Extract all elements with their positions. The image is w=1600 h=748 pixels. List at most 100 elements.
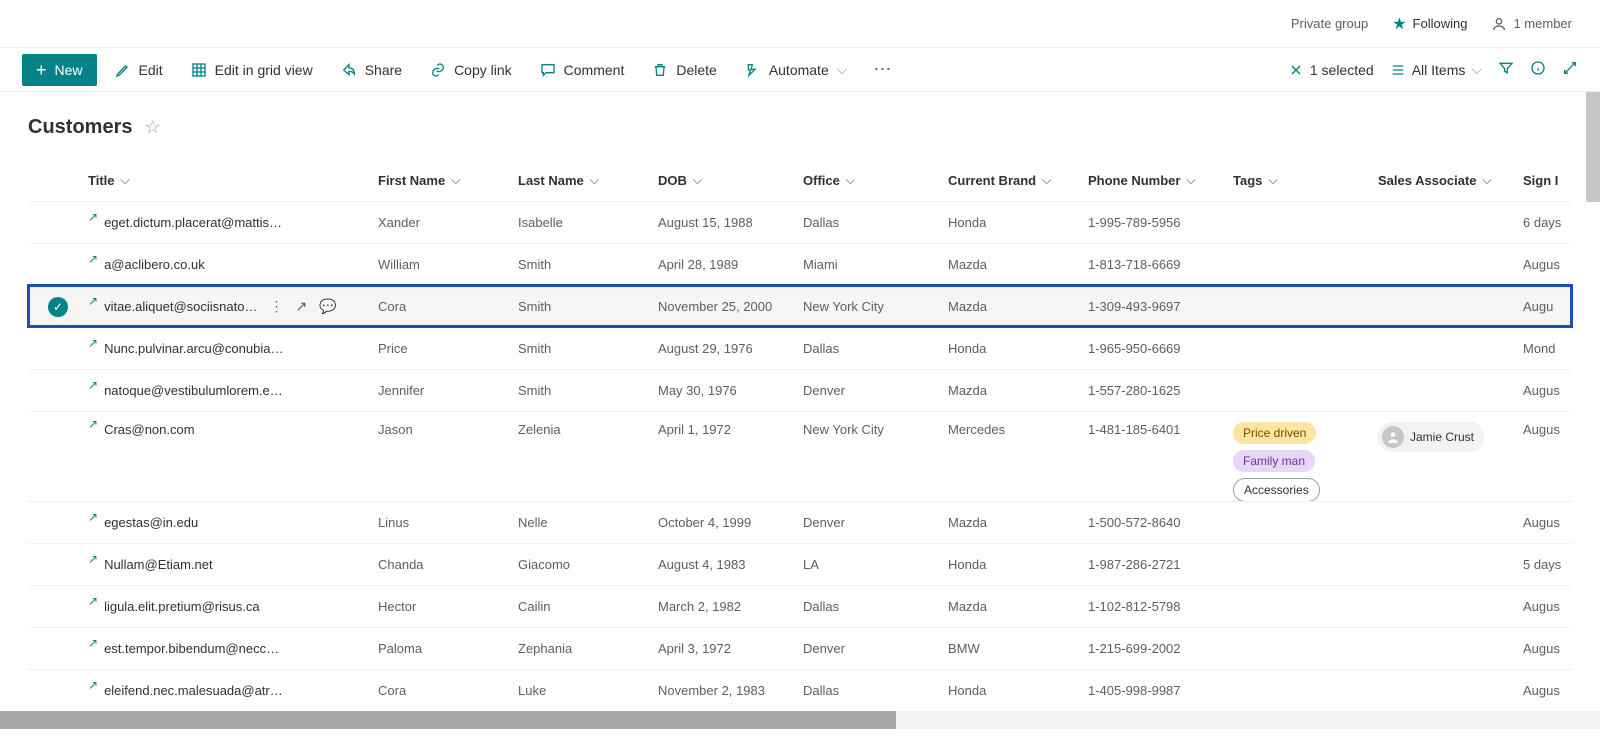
- title-cell[interactable]: ↗a@aclibero.co.uk: [88, 257, 378, 272]
- group-type-label: Private group: [1291, 16, 1368, 31]
- col-tags[interactable]: Tags⌵: [1233, 173, 1378, 188]
- col-brand[interactable]: Current Brand⌵: [948, 173, 1088, 188]
- cell-sign: Augus: [1523, 515, 1583, 530]
- cell-first: Price: [378, 341, 518, 356]
- cell-office: Dallas: [803, 683, 948, 698]
- table-row[interactable]: ↗a@aclibero.co.ukWilliamSmithApril 28, 1…: [28, 243, 1572, 285]
- cell-phone: 1-965-950-6669: [1088, 341, 1233, 356]
- title-text: a@aclibero.co.uk: [104, 257, 205, 272]
- col-lastname[interactable]: Last Name⌵: [518, 173, 658, 188]
- edit-button[interactable]: Edit: [105, 54, 173, 86]
- title-cell[interactable]: ↗Cras@non.com: [88, 422, 378, 437]
- table-row[interactable]: ↗Nunc.pulvinar.arcu@conubianostraper.edu…: [28, 327, 1572, 369]
- view-selector[interactable]: All Items ⌵: [1390, 61, 1482, 78]
- col-associate[interactable]: Sales Associate⌵: [1378, 173, 1523, 188]
- pencil-icon: [115, 62, 131, 78]
- filter-button[interactable]: [1498, 60, 1514, 79]
- title-cell[interactable]: ↗ligula.elit.pretium@risus.ca: [88, 599, 378, 614]
- title-cell[interactable]: ↗eget.dictum.placerat@mattis.ca: [88, 215, 378, 230]
- title-cell[interactable]: ↗est.tempor.bibendum@neccursusa.com: [88, 641, 378, 656]
- table-row[interactable]: ✓↗vitae.aliquet@sociisnato…⋮↗💬CoraSmithN…: [28, 285, 1572, 327]
- automate-button[interactable]: Automate ⌵: [735, 54, 858, 86]
- star-icon: ★: [1392, 14, 1406, 34]
- cell-office: Miami: [803, 257, 948, 272]
- title-cell[interactable]: ↗natoque@vestibulumlorem.edu: [88, 383, 378, 398]
- col-title[interactable]: Title⌵: [88, 173, 378, 188]
- share-icon[interactable]: ↗: [295, 298, 307, 315]
- cell-first: William: [378, 257, 518, 272]
- title-cell[interactable]: ↗Nullam@Etiam.net: [88, 557, 378, 572]
- col-firstname[interactable]: First Name⌵: [378, 173, 518, 188]
- vertical-scrollbar[interactable]: [1586, 92, 1600, 711]
- overflow-button[interactable]: ⋯: [865, 59, 899, 80]
- members-count[interactable]: 1 member: [1491, 16, 1572, 32]
- cell-last: Nelle: [518, 515, 658, 530]
- chevron-down-icon: ⌵: [837, 61, 848, 78]
- delete-button[interactable]: Delete: [642, 54, 726, 86]
- row-select[interactable]: ✓: [28, 297, 88, 317]
- table-row[interactable]: ↗ligula.elit.pretium@risus.caHectorCaili…: [28, 585, 1572, 627]
- chevron-down-icon: ⌵: [1186, 173, 1195, 188]
- table-row[interactable]: ↗natoque@vestibulumlorem.eduJenniferSmit…: [28, 369, 1572, 411]
- chevron-down-icon: ⌵: [1483, 173, 1492, 188]
- title-cell[interactable]: ↗ vitae.aliquet@sociisnato… ⋮ ↗ 💬: [88, 298, 378, 315]
- title-cell[interactable]: ↗Nunc.pulvinar.arcu@conubianostraper.edu: [88, 341, 378, 356]
- info-icon: [1530, 60, 1546, 76]
- tag[interactable]: Accessories: [1233, 478, 1320, 502]
- col-office[interactable]: Office⌵: [803, 173, 948, 188]
- table-row[interactable]: ↗eleifend.nec.malesuada@atrisus.caCoraLu…: [28, 669, 1572, 711]
- favorite-star-icon[interactable]: ☆: [144, 117, 160, 138]
- comment-button[interactable]: Comment: [530, 54, 635, 86]
- cell-dob: November 25, 2000: [658, 299, 803, 314]
- col-phone[interactable]: Phone Number⌵: [1088, 173, 1233, 188]
- table-row[interactable]: ↗Nullam@Etiam.netChandaGiacomoAugust 4, …: [28, 543, 1572, 585]
- title-text: vitae.aliquet@sociisnato…: [104, 299, 257, 314]
- table-row[interactable]: ↗eget.dictum.placerat@mattis.caXanderIsa…: [28, 201, 1572, 243]
- table-row[interactable]: ↗egestas@in.eduLinusNelleOctober 4, 1999…: [28, 501, 1572, 543]
- cell-first: Linus: [378, 515, 518, 530]
- person-pill[interactable]: Jamie Crust: [1378, 422, 1484, 452]
- expand-icon: [1562, 60, 1578, 76]
- comment-icon[interactable]: 💬: [319, 298, 336, 315]
- cell-sign: Augus: [1523, 683, 1583, 698]
- tag[interactable]: Price driven: [1233, 422, 1316, 444]
- person-name: Jamie Crust: [1410, 430, 1474, 444]
- cell-office: Denver: [803, 641, 948, 656]
- more-icon[interactable]: ⋮: [269, 298, 283, 315]
- details-button[interactable]: [1530, 60, 1546, 79]
- cell-dob: August 4, 1983: [658, 557, 803, 572]
- title-text: egestas@in.edu: [104, 515, 198, 530]
- share-button[interactable]: Share: [331, 54, 412, 86]
- table-row[interactable]: ↗est.tempor.bibendum@neccursusa.comPalom…: [28, 627, 1572, 669]
- item-type-icon: ↗: [88, 636, 98, 650]
- copy-link-button[interactable]: Copy link: [420, 54, 522, 86]
- cell-sign: Augus: [1523, 422, 1583, 437]
- cell-phone: 1-309-493-9697: [1088, 299, 1233, 314]
- new-button[interactable]: + New: [22, 54, 97, 86]
- cell-first: Cora: [378, 683, 518, 698]
- clear-selection[interactable]: 1 selected: [1288, 62, 1374, 78]
- cell-dob: November 2, 1983: [658, 683, 803, 698]
- share-icon: [341, 62, 357, 78]
- cell-dob: March 2, 1982: [658, 599, 803, 614]
- row-actions: ⋮ ↗ 💬: [269, 298, 336, 315]
- flow-icon: [745, 62, 761, 78]
- list-icon: [1390, 62, 1406, 78]
- horizontal-scrollbar[interactable]: [0, 711, 1600, 729]
- tag[interactable]: Family man: [1233, 450, 1315, 472]
- cell-associate: Jamie Crust: [1378, 422, 1523, 452]
- cell-last: Cailin: [518, 599, 658, 614]
- cell-last: Smith: [518, 257, 658, 272]
- cell-brand: Honda: [948, 215, 1088, 230]
- title-cell[interactable]: ↗egestas@in.edu: [88, 515, 378, 530]
- trash-icon: [652, 62, 668, 78]
- table-row[interactable]: ↗Cras@non.comJasonZeleniaApril 1, 1972Ne…: [28, 411, 1572, 501]
- col-sign[interactable]: Sign I: [1523, 173, 1583, 188]
- col-dob[interactable]: DOB⌵: [658, 173, 803, 188]
- cell-brand: BMW: [948, 641, 1088, 656]
- edit-grid-button[interactable]: Edit in grid view: [181, 54, 323, 86]
- cell-office: Dallas: [803, 599, 948, 614]
- title-cell[interactable]: ↗eleifend.nec.malesuada@atrisus.ca: [88, 683, 378, 698]
- expand-button[interactable]: [1562, 60, 1578, 79]
- following-toggle[interactable]: ★ Following: [1392, 14, 1467, 34]
